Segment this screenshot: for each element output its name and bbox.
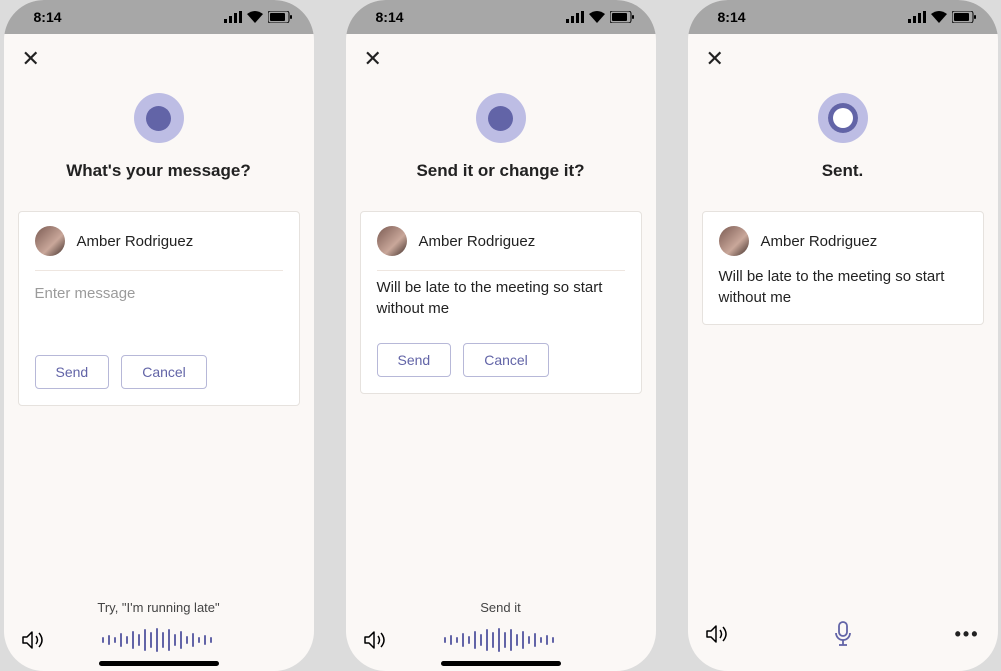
close-icon[interactable]: ✕: [22, 48, 40, 70]
cortana-inner-listening: [146, 106, 171, 131]
home-indicator[interactable]: [99, 661, 219, 666]
recipient-row: Amber Rodriguez: [35, 226, 283, 271]
status-time: 8:14: [34, 9, 62, 25]
recipient-row: Amber Rodriguez: [719, 226, 967, 266]
wifi-icon: [247, 11, 263, 23]
avatar: [377, 226, 407, 256]
message-card: Amber Rodriguez Will be late to the meet…: [360, 211, 642, 394]
hero: Send it or change it?: [346, 71, 656, 181]
status-icons: [224, 11, 292, 23]
wifi-icon: [589, 11, 605, 23]
signal-icon: [566, 11, 584, 23]
battery-icon: [268, 11, 292, 23]
mic-icon[interactable]: [688, 621, 998, 647]
bottom-bar: •••: [688, 619, 998, 671]
waveform-icon: [4, 627, 314, 653]
cancel-button[interactable]: Cancel: [121, 355, 207, 389]
status-icons: [908, 11, 976, 23]
voice-hint: Try, "I'm running late": [4, 600, 314, 615]
status-time: 8:14: [376, 9, 404, 25]
close-bar: ✕: [4, 34, 314, 71]
phone-screen-1: 8:14 ✕ What's your message? Amber Rodrig…: [4, 0, 314, 671]
message-card: Amber Rodriguez Enter message Send Cance…: [18, 211, 300, 406]
status-bar: 8:14: [688, 0, 998, 34]
cancel-button[interactable]: Cancel: [463, 343, 549, 377]
wifi-icon: [931, 11, 947, 23]
phone-screen-3: 8:14 ✕ Sent. Amber Rodriguez Will be lat…: [688, 0, 998, 671]
signal-icon: [908, 11, 926, 23]
send-button[interactable]: Send: [35, 355, 110, 389]
message-input[interactable]: Enter message: [35, 271, 283, 331]
status-time: 8:14: [718, 9, 746, 25]
voice-hint: Send it: [346, 600, 656, 615]
signal-icon: [224, 11, 242, 23]
close-bar: ✕: [688, 34, 998, 71]
bottom-bar: Try, "I'm running late": [4, 600, 314, 671]
status-bar: 8:14: [4, 0, 314, 34]
recipient-name: Amber Rodriguez: [419, 233, 536, 250]
cortana-avatar: [818, 93, 868, 143]
message-body[interactable]: Will be late to the meeting so start wit…: [377, 271, 625, 319]
cortana-inner-listening: [488, 106, 513, 131]
status-icons: [566, 11, 634, 23]
assistant-prompt: Send it or change it?: [416, 161, 584, 181]
hero: What's your message?: [4, 71, 314, 181]
cortana-inner-idle: [828, 103, 858, 133]
hero: Sent.: [688, 71, 998, 181]
send-button[interactable]: Send: [377, 343, 452, 377]
message-body: Will be late to the meeting so start wit…: [719, 266, 967, 308]
recipient-row: Amber Rodriguez: [377, 226, 625, 271]
close-bar: ✕: [346, 34, 656, 71]
home-indicator[interactable]: [441, 661, 561, 666]
avatar: [35, 226, 65, 256]
cortana-avatar: [476, 93, 526, 143]
waveform-icon: [346, 627, 656, 653]
action-row: Send Cancel: [35, 355, 283, 389]
action-row: Send Cancel: [377, 343, 625, 377]
speaker-icon[interactable]: [364, 631, 386, 649]
battery-icon: [952, 11, 976, 23]
recipient-name: Amber Rodriguez: [77, 233, 194, 250]
assistant-prompt: Sent.: [822, 161, 864, 181]
close-icon[interactable]: ✕: [706, 48, 724, 70]
cortana-avatar: [134, 93, 184, 143]
speaker-icon[interactable]: [22, 631, 44, 649]
message-card: Amber Rodriguez Will be late to the meet…: [702, 211, 984, 325]
battery-icon: [610, 11, 634, 23]
phone-screen-2: 8:14 ✕ Send it or change it? Amber Rodri…: [346, 0, 656, 671]
recipient-name: Amber Rodriguez: [761, 233, 878, 250]
bottom-bar: Send it: [346, 600, 656, 671]
assistant-prompt: What's your message?: [66, 161, 251, 181]
status-bar: 8:14: [346, 0, 656, 34]
avatar: [719, 226, 749, 256]
close-icon[interactable]: ✕: [364, 48, 382, 70]
